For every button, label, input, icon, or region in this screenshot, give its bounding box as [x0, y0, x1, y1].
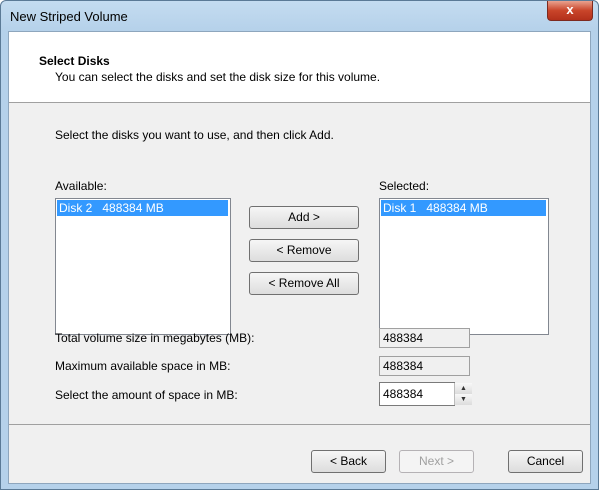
- next-button[interactable]: Next >: [399, 450, 474, 473]
- remove-all-button[interactable]: < Remove All: [249, 272, 359, 295]
- disk-size: 488384 MB: [102, 201, 164, 215]
- available-disks-list[interactable]: Disk 2 488384 MB: [55, 198, 231, 335]
- disk-name: Disk 1: [383, 201, 417, 215]
- max-space-label: Maximum available space in MB:: [55, 359, 231, 373]
- max-space-value: 488384: [379, 356, 470, 376]
- wizard-header: Select Disks You can select the disks an…: [9, 32, 590, 103]
- footer-divider: [9, 424, 590, 425]
- amount-spinner[interactable]: ▲ ▼: [454, 383, 472, 405]
- back-button[interactable]: < Back: [311, 450, 386, 473]
- page-subtitle: You can select the disks and set the dis…: [55, 70, 381, 84]
- list-item[interactable]: Disk 1 488384 MB: [381, 200, 546, 216]
- disk-name: Disk 2: [59, 201, 93, 215]
- dialog-client-area: Select Disks You can select the disks an…: [8, 31, 591, 484]
- page-title: Select Disks: [39, 54, 110, 68]
- add-button[interactable]: Add >: [249, 206, 359, 229]
- available-label: Available:: [55, 179, 107, 193]
- disk-size: 488384 MB: [426, 201, 488, 215]
- amount-label: Select the amount of space in MB:: [55, 388, 238, 402]
- amount-input[interactable]: 488384: [379, 382, 455, 406]
- title-bar[interactable]: New Striped Volume x: [1, 1, 598, 31]
- total-size-value: 488384: [379, 328, 470, 348]
- selected-disks-list[interactable]: Disk 1 488384 MB: [379, 198, 549, 335]
- spin-up-icon[interactable]: ▲: [455, 383, 472, 394]
- spin-down-icon[interactable]: ▼: [455, 394, 472, 405]
- total-size-label: Total volume size in megabytes (MB):: [55, 331, 255, 345]
- instruction-text: Select the disks you want to use, and th…: [55, 128, 334, 142]
- dialog-window: New Striped Volume x Select Disks You ca…: [0, 0, 599, 490]
- remove-button[interactable]: < Remove: [249, 239, 359, 262]
- selected-label: Selected:: [379, 179, 430, 193]
- window-title: New Striped Volume: [10, 9, 128, 24]
- list-item[interactable]: Disk 2 488384 MB: [57, 200, 228, 216]
- cancel-button[interactable]: Cancel: [508, 450, 583, 473]
- close-button[interactable]: x: [547, 1, 593, 21]
